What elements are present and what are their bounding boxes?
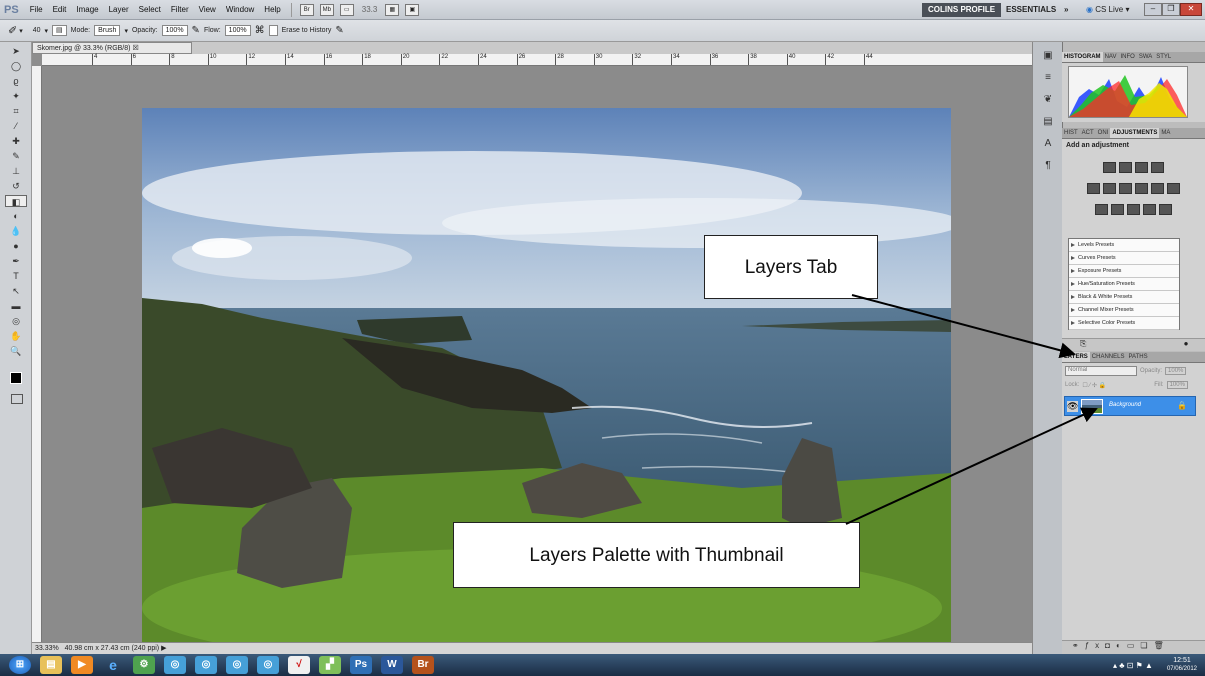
arrow-to-layers-tab — [851, 294, 1076, 359]
callout-arrows — [845, 294, 1098, 525]
arrow-to-layer-thumbnail — [845, 407, 1098, 525]
